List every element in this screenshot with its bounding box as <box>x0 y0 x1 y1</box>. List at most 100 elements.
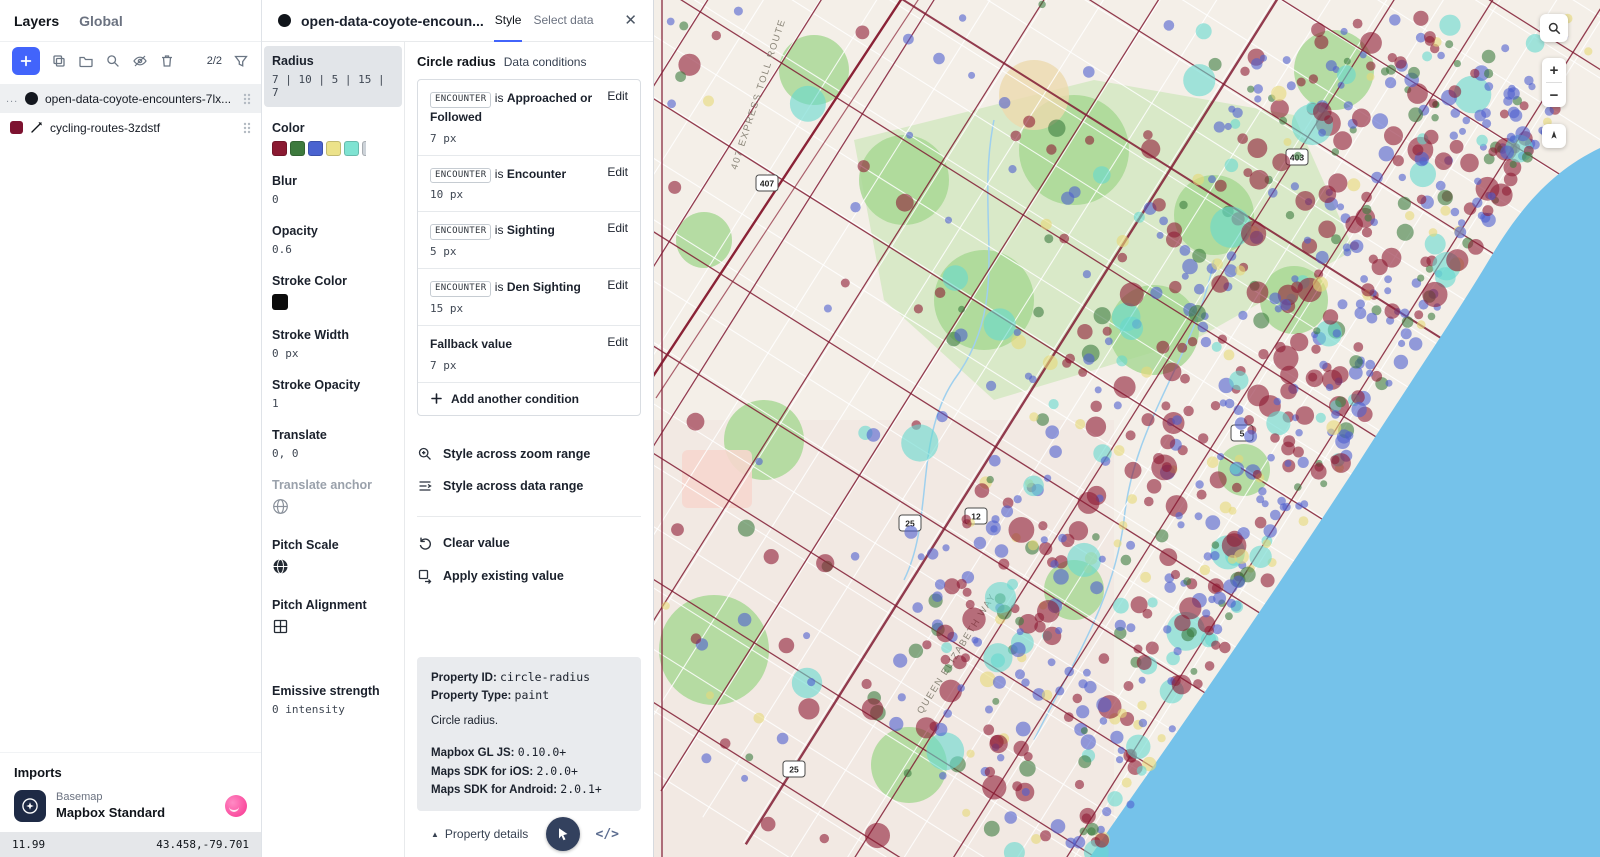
add-condition-button[interactable]: Add another condition <box>418 382 640 415</box>
condition-radius-value: 7 px <box>430 132 628 145</box>
property-details-toggle[interactable]: ▲ Property details <box>431 827 528 841</box>
zoom-out-button[interactable]: − <box>1542 83 1566 107</box>
property-stroke-width[interactable]: Stroke Width 0 px <box>272 328 394 360</box>
property-color[interactable]: Color <box>272 121 394 156</box>
grip-icon[interactable] <box>241 121 253 135</box>
filter-layers-icon[interactable] <box>233 53 249 69</box>
condition-text: ENCOUNTER is Approached or Followed <box>430 89 628 127</box>
condition-row: Fallback valueEdit7 px <box>418 325 640 382</box>
select-mode-button[interactable] <box>546 817 580 851</box>
sdk-label: Maps SDK for iOS: <box>431 766 533 778</box>
property-pitch-scale[interactable]: Pitch Scale <box>272 538 394 580</box>
imports-section: Imports Basemap Mapbox Standard <box>0 752 261 832</box>
field-badge: ENCOUNTER <box>430 92 491 108</box>
style-across-zoom-button[interactable]: Style across zoom range <box>417 438 641 470</box>
globe-icon <box>272 498 289 515</box>
property-label: Pitch Scale <box>272 538 394 552</box>
grip-icon[interactable] <box>241 92 253 106</box>
property-label: Blur <box>272 174 394 188</box>
panel-footer: ▲ Property details </> <box>417 811 641 857</box>
property-value: 0, 0 <box>272 447 394 460</box>
basemap-name: Mapbox Standard <box>56 805 165 821</box>
grid-icon <box>272 618 289 635</box>
edit-condition-link[interactable]: Edit <box>607 221 628 235</box>
property-label: Translate anchor <box>272 478 394 492</box>
color-swatch[interactable] <box>272 141 287 156</box>
condition-list: ENCOUNTER is Approached or FollowedEdit7… <box>417 79 641 416</box>
close-icon[interactable]: ✕ <box>624 13 637 28</box>
condition-row: ENCOUNTER is Den SightingEdit15 px <box>418 268 640 325</box>
basemap-import-row[interactable]: Basemap Mapbox Standard <box>14 790 247 822</box>
field-badge: ENCOUNTER <box>430 281 491 297</box>
property-value: 7 | 10 | 5 | 15 | 7 <box>272 73 394 99</box>
locate-layer-icon[interactable] <box>105 53 121 69</box>
layer-name: cycling-routes-3zdstf <box>50 121 234 135</box>
sdk-label: Maps SDK for Android: <box>431 784 557 796</box>
layer-row-coyote-encounters[interactable]: ... open-data-coyote-encounters-7lx... <box>0 84 261 113</box>
edit-condition-link[interactable]: Edit <box>607 165 628 179</box>
condition-radius-value: 5 px <box>430 245 628 258</box>
tab-global[interactable]: Global <box>79 13 123 29</box>
apply-existing-value-button[interactable]: Apply existing value <box>417 560 641 593</box>
tab-layers[interactable]: Layers <box>14 13 59 29</box>
condition-radius-value: 10 px <box>430 188 628 201</box>
add-layer-button[interactable] <box>12 47 40 75</box>
code-view-button[interactable]: </> <box>596 827 627 842</box>
color-swatch[interactable] <box>308 141 323 156</box>
svg-text:25: 25 <box>789 765 799 775</box>
property-translate[interactable]: Translate 0, 0 <box>272 428 394 460</box>
sdk-version: 0.10.0+ <box>518 745 566 759</box>
property-value: 1 <box>272 397 394 410</box>
sdk-label: Mapbox GL JS: <box>431 747 515 759</box>
property-list: Radius 7 | 10 | 5 | 15 | 7 Color Blur 0 … <box>262 42 405 857</box>
map-canvas[interactable]: 407 EXPRESS TOLL ROUTEQUEEN ELIZABETH WA… <box>654 0 1600 857</box>
property-opacity[interactable]: Opacity 0.6 <box>272 224 394 256</box>
property-emissive-strength[interactable]: Emissive strength 0 intensity <box>272 684 394 716</box>
hide-layer-icon[interactable] <box>132 53 148 69</box>
color-swatch[interactable] <box>290 141 305 156</box>
zoom-in-button[interactable]: + <box>1542 58 1566 82</box>
layer-row-cycling-routes[interactable]: cycling-routes-3zdstf <box>0 113 261 142</box>
delete-layer-icon[interactable] <box>159 53 175 69</box>
map-statusbar: 11.99 43.458,-79.701 <box>0 832 261 857</box>
property-pitch-alignment[interactable]: Pitch Alignment <box>272 598 394 640</box>
condition-row: ENCOUNTER is Approached or FollowedEdit 7… <box>418 80 640 155</box>
property-blur[interactable]: Blur 0 <box>272 174 394 206</box>
edit-condition-link[interactable]: Edit <box>607 89 628 103</box>
compass-reset-button[interactable] <box>1542 124 1566 148</box>
property-type-value: paint <box>515 688 550 702</box>
property-value: 0 px <box>272 347 394 360</box>
property-stroke-color[interactable]: Stroke Color <box>272 274 394 310</box>
layers-toolbar: 2/2 <box>0 42 261 80</box>
layer-name: open-data-coyote-encounters-7lx... <box>45 92 234 106</box>
panel-header: open-data-coyote-encoun... Style Select … <box>262 0 653 42</box>
tab-style[interactable]: Style <box>494 0 523 42</box>
edit-condition-link[interactable]: Edit <box>607 278 628 292</box>
clear-value-label: Clear value <box>443 536 510 550</box>
color-swatch[interactable] <box>344 141 359 156</box>
group-folder-icon[interactable] <box>78 53 94 69</box>
property-id-label: Property ID: <box>431 672 497 684</box>
style-across-data-label: Style across data range <box>443 479 583 493</box>
property-translate-anchor[interactable]: Translate anchor <box>272 478 394 520</box>
stroke-color-swatch[interactable] <box>272 294 288 310</box>
property-label: Pitch Alignment <box>272 598 394 612</box>
property-radius[interactable]: Radius 7 | 10 | 5 | 15 | 7 <box>264 46 402 107</box>
color-swatch[interactable] <box>362 141 366 156</box>
style-across-data-button[interactable]: Style across data range <box>417 470 641 502</box>
drag-handle-icon[interactable]: ... <box>6 93 18 105</box>
property-label: Color <box>272 121 394 135</box>
map-search-button[interactable] <box>1540 14 1568 42</box>
editor-subheading: Data conditions <box>504 55 587 69</box>
property-stroke-opacity[interactable]: Stroke Opacity 1 <box>272 378 394 410</box>
tab-select-data[interactable]: Select data <box>532 0 594 42</box>
condition-text: ENCOUNTER is Encounter <box>430 165 628 184</box>
color-swatch[interactable] <box>326 141 341 156</box>
basemap-toggle[interactable] <box>225 795 247 817</box>
line-layer-swatch <box>10 121 23 134</box>
duplicate-layer-icon[interactable] <box>51 53 67 69</box>
clear-value-button[interactable]: Clear value <box>417 527 641 560</box>
value-editor: Circle radius Data conditions ENCOUNTER … <box>405 42 653 857</box>
edit-condition-link[interactable]: Edit <box>607 335 628 349</box>
coordinates: 43.458,-79.701 <box>156 838 249 851</box>
